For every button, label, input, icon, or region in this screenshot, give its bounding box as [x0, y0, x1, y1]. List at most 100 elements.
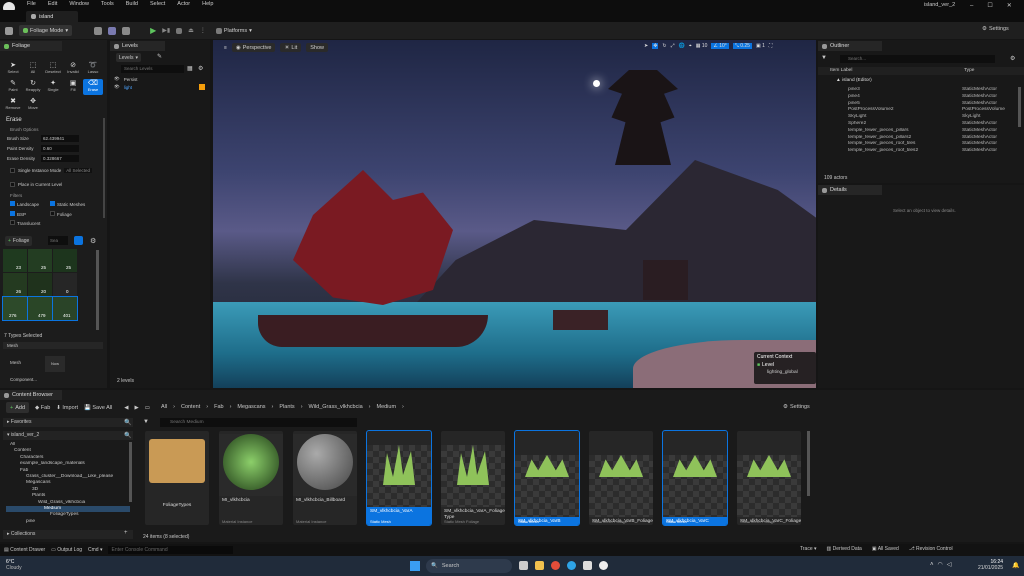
- tool-all[interactable]: ⬚ All: [23, 61, 43, 77]
- outliner-row[interactable]: temple_fewer_pieces_pillars StaticMeshAct…: [818, 128, 1018, 135]
- levels-settings-icon[interactable]: ⚙: [198, 65, 203, 72]
- tool-fill[interactable]: ▣ Fill: [63, 79, 83, 95]
- visibility-icon[interactable]: 👁: [114, 76, 120, 82]
- asset-tile[interactable]: FoliageTypes: [145, 431, 209, 525]
- breadcrumb-item[interactable]: Medium: [376, 404, 396, 410]
- outliner-row[interactable]: pine3 StaticMeshActor: [818, 87, 1018, 94]
- breadcrumb-item[interactable]: Fab: [214, 404, 223, 410]
- breadcrumb-item[interactable]: Plants: [279, 404, 294, 410]
- angle-snap-button[interactable]: ∠ 10°: [711, 43, 729, 49]
- menu-edit[interactable]: Edit: [48, 1, 57, 7]
- menu-select[interactable]: Select: [150, 1, 165, 7]
- project-search-icon[interactable]: 🔍: [124, 432, 131, 439]
- col-item-label[interactable]: Item Label: [830, 67, 852, 75]
- add-button[interactable]: + Add: [6, 402, 30, 413]
- breadcrumb-item[interactable]: Megascans: [237, 404, 265, 410]
- project-header[interactable]: ▾ island_ver_2: [3, 431, 133, 440]
- collections-add-icon[interactable]: +: [124, 530, 128, 536]
- filter-bsp[interactable]: BSP: [10, 211, 26, 217]
- tool-reapply[interactable]: ↻ Reapply: [23, 79, 43, 95]
- outliner-row[interactable]: SkyLight SkyLight: [818, 114, 1018, 121]
- collections-header[interactable]: ▸ Collections: [3, 530, 133, 539]
- breadcrumb-item[interactable]: Content: [181, 404, 200, 410]
- tree-scrollbar[interactable]: [129, 442, 132, 502]
- tool-remove[interactable]: ✖ Remove: [3, 97, 23, 113]
- filter-static-meshes[interactable]: Static Meshes: [50, 201, 85, 207]
- show-button[interactable]: Show: [306, 43, 328, 52]
- save-icon[interactable]: [5, 26, 13, 35]
- blueprint-icon[interactable]: [108, 26, 117, 35]
- add-foliage-button[interactable]: + Foliage: [5, 236, 33, 246]
- foliage-thumb[interactable]: 401: [52, 296, 78, 321]
- lit-button[interactable]: ☀ Lit: [280, 43, 302, 52]
- viewport[interactable]: [213, 40, 816, 388]
- foliage-search-input[interactable]: Sea: [48, 236, 68, 245]
- fab-button[interactable]: ◆ Fab: [35, 405, 50, 411]
- close-icon[interactable]: ✕: [1007, 2, 1012, 9]
- foliage-thumb[interactable]: 20: [28, 273, 52, 296]
- foliage-settings-icon[interactable]: ⚙: [90, 237, 96, 245]
- translate-icon[interactable]: ✥: [652, 43, 659, 49]
- cmd-dropdown[interactable]: Cmd ▾: [88, 547, 102, 553]
- step-icon[interactable]: ▶▮: [162, 27, 170, 34]
- settings-button[interactable]: ⚙ Settings: [982, 26, 1009, 32]
- foliage-scrollbar[interactable]: [103, 118, 105, 218]
- chrome-icon[interactable]: [551, 561, 560, 570]
- foliage-list-scrollbar[interactable]: [96, 250, 99, 330]
- asset-search-input[interactable]: Search Medium: [160, 418, 357, 427]
- console-input[interactable]: Enter Console Command: [108, 546, 234, 554]
- wifi-icon[interactable]: ◠: [938, 561, 943, 568]
- tool-select[interactable]: ➤ Select: [3, 61, 23, 77]
- asset-tile[interactable]: SM_vlkhcbcia_VarC Static Mesh: [662, 430, 728, 526]
- derived-data-button[interactable]: ▥ Derived Data: [827, 546, 862, 552]
- add-actor-icon[interactable]: [94, 26, 103, 35]
- pencil-icon[interactable]: ✎: [157, 53, 162, 60]
- clock[interactable]: 16:24 21/01/2025: [978, 559, 1003, 571]
- file-explorer-icon[interactable]: [535, 561, 544, 570]
- level-row-persistent[interactable]: 👁 Persist: [114, 76, 137, 82]
- single-instance-checkbox[interactable]: [10, 168, 15, 173]
- asset-tile[interactable]: SM_vlkhcbcia_VarB_Foliage Type Static Me…: [589, 431, 653, 525]
- asset-tile[interactable]: MI_vlkhcbcia_Billboard Material Instance: [293, 431, 357, 525]
- scale-icon[interactable]: ⤢: [671, 43, 675, 49]
- levels-dropdown[interactable]: Levels ▾: [116, 53, 141, 62]
- mesh-thumbnail[interactable]: Now: [45, 356, 65, 372]
- tool-lasso[interactable]: ➰ Lasso: [83, 61, 103, 77]
- outliner-filter-icon[interactable]: ▼: [821, 55, 827, 61]
- favorites-search-icon[interactable]: 🔍: [124, 419, 131, 426]
- windows-start-icon[interactable]: [410, 561, 420, 571]
- erase-density-field[interactable]: 0.328667: [41, 155, 79, 162]
- view-options-icon[interactable]: [74, 236, 83, 245]
- foliage-thumb[interactable]: 23: [3, 249, 27, 272]
- edge-icon[interactable]: [567, 561, 576, 570]
- foliage-thumb[interactable]: 26: [3, 273, 27, 296]
- brush-size-field[interactable]: 62.439941: [41, 135, 79, 142]
- maximize-viewport-icon[interactable]: ⛶: [769, 43, 773, 49]
- all-saved-button[interactable]: ▣ All Saved: [872, 546, 899, 552]
- filter-foliage[interactable]: Foliage: [50, 211, 72, 217]
- perspective-button[interactable]: ◉ Perspective: [231, 43, 276, 52]
- scale-snap-button[interactable]: ⤡ 0.25: [732, 43, 752, 49]
- tool-move[interactable]: ✥ Move: [23, 97, 43, 113]
- cinematics-icon[interactable]: [122, 26, 131, 35]
- asset-tile[interactable]: SM_vlkhcbcia_VarA_Foliage Type Static Me…: [441, 431, 505, 525]
- tool-paint[interactable]: ✎ Paint: [3, 79, 23, 95]
- outliner-row[interactable]: pine4 StaticMeshActor: [818, 94, 1018, 101]
- surface-snap-icon[interactable]: ⌖: [689, 43, 692, 49]
- tool-deselect[interactable]: ⬚ Deselect: [43, 61, 63, 77]
- outliner-root[interactable]: ▲ island (Editor): [836, 78, 872, 83]
- eject-icon[interactable]: ⏏: [188, 27, 194, 34]
- visibility-icon[interactable]: 👁: [114, 84, 120, 90]
- levels-search-input[interactable]: Search Levels: [121, 65, 184, 73]
- taskbar-search[interactable]: 🔍 Search: [426, 559, 512, 573]
- forward-icon[interactable]: ▶: [135, 405, 139, 411]
- asset-tile[interactable]: MI_vlkhcbcia Material Instance: [219, 431, 283, 525]
- foliage-thumb[interactable]: 0: [53, 273, 77, 296]
- content-settings-button[interactable]: ⚙ Settings: [783, 404, 810, 410]
- outliner-search-input[interactable]: Search...: [840, 55, 995, 63]
- stop-icon[interactable]: [176, 27, 183, 34]
- place-current-level-checkbox[interactable]: [10, 182, 15, 187]
- foliage-thumb[interactable]: 479: [27, 296, 53, 321]
- save-all-button[interactable]: 💾 Save All: [84, 405, 112, 411]
- menu-window[interactable]: Window: [69, 1, 89, 7]
